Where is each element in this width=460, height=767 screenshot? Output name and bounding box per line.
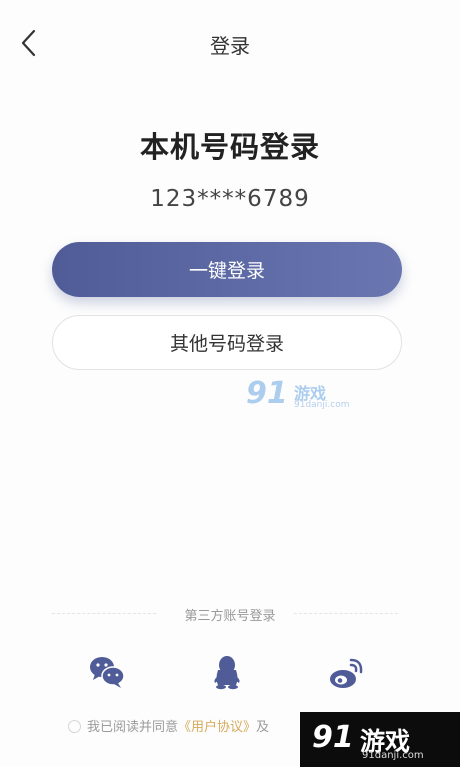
weibo-icon: [330, 658, 363, 688]
one-click-login-button[interactable]: 一键登录: [52, 242, 402, 297]
masked-phone-number: 123****6789: [150, 186, 310, 212]
qq-login-button[interactable]: [207, 652, 247, 692]
third-party-login-label: 第三方账号登录: [184, 609, 276, 624]
agreement-prefix: 我已阅读并同意: [87, 720, 179, 735]
wechat-icon: [90, 657, 125, 688]
brand-url: 91danji.com: [362, 750, 424, 761]
qq-icon: [214, 656, 240, 690]
corner-brand-logo: 91 游戏 91danji.com: [300, 712, 460, 767]
agreement-suffix: 及: [256, 720, 270, 735]
page-title: 登录: [210, 34, 250, 58]
agreement-checkbox[interactable]: [68, 720, 81, 733]
login-heading: 本机号码登录: [139, 130, 320, 164]
weibo-login-button[interactable]: [326, 652, 366, 692]
login-screen: 登录 本机号码登录 123****6789 一键登录 其他号码登录 91 游戏 …: [0, 0, 460, 767]
agreement-row: 我已阅读并同意《用户协议》及: [68, 716, 269, 736]
navigation-bar: 登录: [0, 0, 460, 86]
user-agreement-link[interactable]: 《用户协议》: [178, 720, 256, 735]
other-number-login-button[interactable]: 其他号码登录: [52, 315, 402, 370]
watermark-number: 91: [246, 376, 288, 411]
brand-number: 91: [312, 720, 354, 755]
site-watermark: 91 游戏 91danji.com: [246, 376, 350, 416]
wechat-login-button[interactable]: [87, 652, 127, 692]
divider-right: [294, 613, 398, 614]
watermark-url: 91danji.com: [294, 400, 350, 410]
